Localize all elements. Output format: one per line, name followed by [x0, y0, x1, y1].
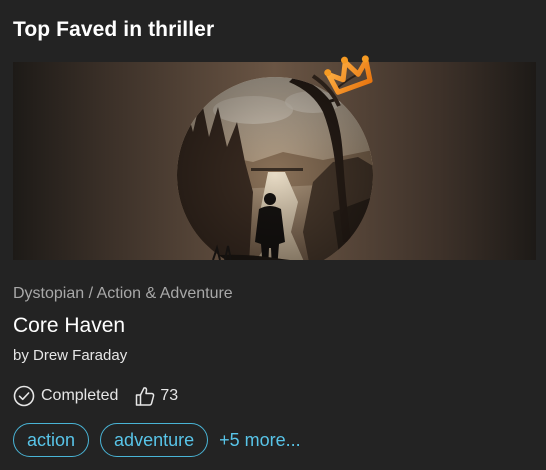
thumbs-up-icon [136, 387, 155, 406]
tag-list: action adventure +5 more... [13, 423, 301, 457]
tag-adventure[interactable]: adventure [100, 423, 209, 457]
likes-count: 73 [134, 385, 178, 407]
more-tags-link[interactable]: +5 more... [219, 430, 301, 451]
book-title[interactable]: Core Haven [13, 314, 125, 338]
book-cover-banner[interactable] [13, 55, 536, 260]
check-circle-icon [13, 385, 35, 407]
section-title: Top Faved in thriller [13, 18, 215, 41]
author-name[interactable]: by Drew Faraday [13, 347, 127, 364]
book-meta: Completed 73 [13, 383, 178, 409]
cover-artwork [177, 73, 373, 260]
crown-icon [324, 55, 373, 95]
status-label: Completed [41, 387, 119, 404]
status-indicator: Completed [13, 385, 118, 407]
tag-action[interactable]: action [13, 423, 90, 457]
likes-value: 73 [160, 387, 179, 404]
genre-breadcrumb[interactable]: Dystopian / Action & Adventure [13, 285, 233, 303]
